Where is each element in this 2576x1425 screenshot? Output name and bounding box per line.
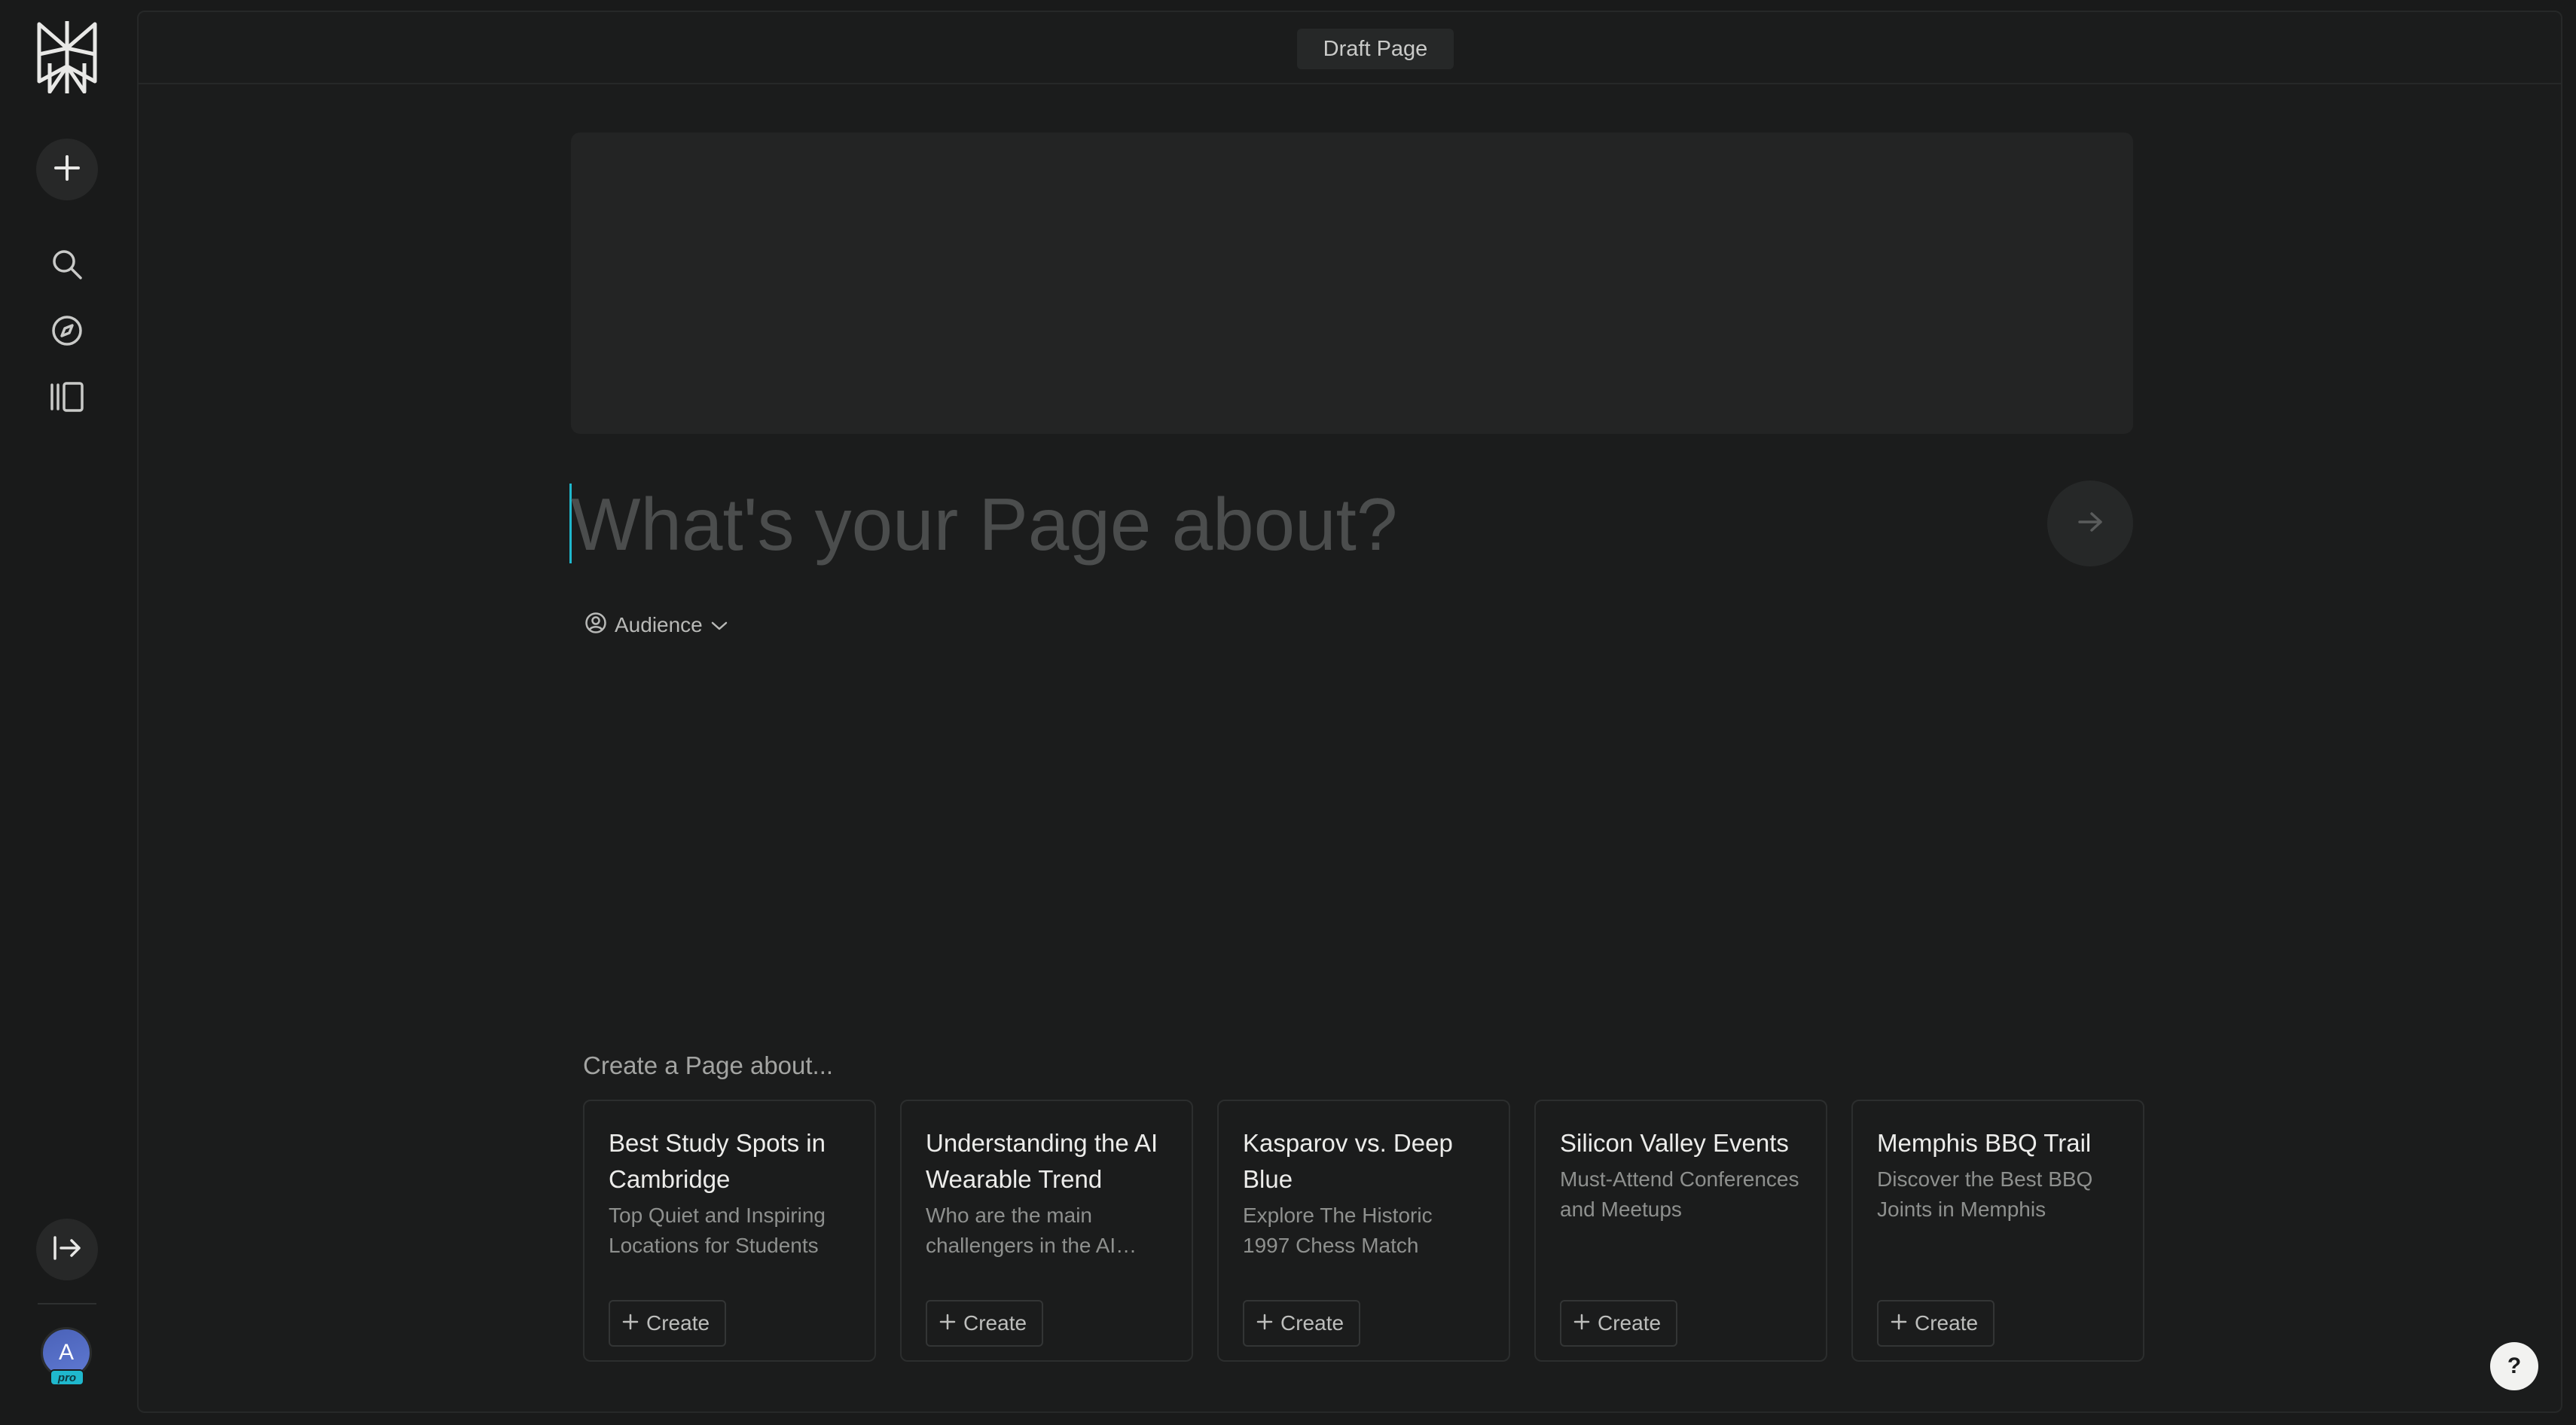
app-root: A pro Draft Page Audience	[0, 0, 2576, 1425]
plus-icon	[1573, 1311, 1590, 1335]
plus-icon	[622, 1311, 639, 1335]
suggestion-card[interactable]: Understanding the AI Wearable Trend Who …	[900, 1100, 1193, 1362]
suggestion-card[interactable]: Silicon Valley Events Must-Attend Confer…	[1534, 1100, 1827, 1362]
sidebar-item-discover[interactable]	[44, 309, 90, 355]
create-button[interactable]: Create	[1560, 1300, 1678, 1347]
search-icon	[50, 248, 84, 285]
help-button[interactable]: ?	[2490, 1342, 2538, 1390]
new-thread-button[interactable]	[36, 139, 98, 200]
card-title: Best Study Spots in Cambridge	[609, 1129, 826, 1193]
arrow-right-icon	[2077, 511, 2104, 537]
card-title: Understanding the AI Wearable Trend	[926, 1129, 1158, 1193]
suggestion-card[interactable]: Best Study Spots in Cambridge Top Quiet …	[583, 1100, 876, 1362]
card-description: Who are the main challengers in the AI w…	[926, 1204, 1116, 1257]
card-title: Memphis BBQ Trail	[1877, 1129, 2092, 1157]
card-description: Explore The Historic 1997 Chess Match	[1243, 1204, 1433, 1257]
create-button-label: Create	[646, 1311, 710, 1335]
perplexity-logo-icon[interactable]	[35, 21, 99, 94]
sidebar: A pro	[0, 0, 134, 1425]
sidebar-divider	[38, 1303, 96, 1304]
top-bar: Draft Page	[139, 12, 2561, 84]
user-circle-icon	[584, 612, 607, 639]
cover-image-placeholder[interactable]	[571, 133, 2133, 434]
expand-sidebar-icon	[52, 1234, 82, 1265]
suggestion-card[interactable]: Memphis BBQ Trail Discover the Best BBQ …	[1851, 1100, 2144, 1362]
expand-sidebar-button[interactable]	[36, 1219, 98, 1280]
audience-label: Audience	[615, 613, 703, 636]
create-button[interactable]: Create	[926, 1300, 1044, 1347]
create-button[interactable]: Create	[609, 1300, 727, 1347]
create-button-label: Create	[1598, 1311, 1662, 1335]
card-title: Kasparov vs. Deep Blue	[1243, 1129, 1453, 1193]
card-title: Silicon Valley Events	[1560, 1129, 1789, 1157]
suggestion-card[interactable]: Kasparov vs. Deep Blue Explore The Histo…	[1217, 1100, 1510, 1362]
create-button-label: Create	[963, 1311, 1027, 1335]
card-description: Must-Attend Conferences and Meetups	[1560, 1167, 1799, 1221]
page-editor-panel: Draft Page Audience	[137, 11, 2562, 1413]
pro-badge: pro	[50, 1369, 84, 1386]
page-title-input[interactable]	[571, 479, 2002, 569]
create-button[interactable]: Create	[1877, 1300, 1995, 1347]
create-button-label: Create	[1280, 1311, 1344, 1335]
chevron-down-icon	[710, 613, 728, 637]
suggestions-heading: Create a Page about...	[583, 1051, 834, 1079]
page-title: Draft Page	[1297, 29, 1454, 69]
user-avatar-button[interactable]: A pro	[41, 1327, 93, 1387]
create-button[interactable]: Create	[1243, 1300, 1361, 1347]
suggestion-cards: Best Study Spots in Cambridge Top Quiet …	[583, 1100, 2144, 1362]
audience-dropdown[interactable]: Audience	[584, 610, 728, 640]
card-description: Top Quiet and Inspiring Locations for St…	[609, 1204, 826, 1257]
create-button-label: Create	[1915, 1311, 1979, 1335]
card-description: Discover the Best BBQ Joints in Memphis	[1877, 1167, 2093, 1221]
plus-icon	[1891, 1311, 1907, 1335]
compass-icon	[50, 314, 84, 351]
library-icon	[49, 380, 85, 417]
plus-icon	[1256, 1311, 1273, 1335]
submit-button[interactable]	[2047, 481, 2133, 566]
sidebar-item-library[interactable]	[44, 375, 90, 422]
sidebar-item-search[interactable]	[44, 243, 90, 289]
plus-icon	[53, 154, 81, 186]
plus-icon	[939, 1311, 956, 1335]
